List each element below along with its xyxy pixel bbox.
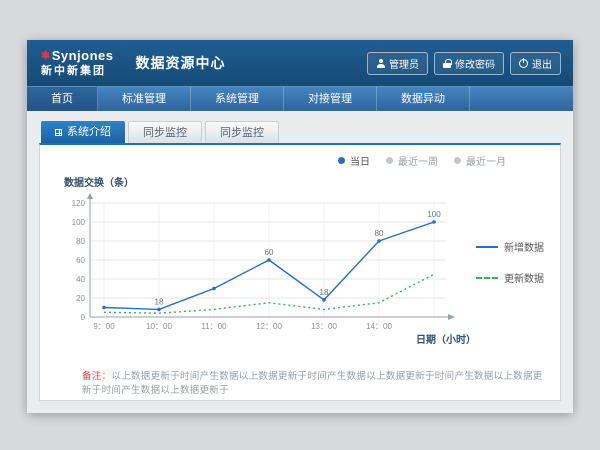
legend-new-data-label: 新增数据 xyxy=(504,239,544,254)
tab-sync-monitor-1[interactable]: 同步监控 xyxy=(128,121,202,143)
chart-panel: 当日 最近一周 最近一月 数据交换（条） 0 20 40 60 80 100 120 9：00… xyxy=(39,143,561,401)
brand-company-name: 新中新集团 xyxy=(41,65,114,77)
series-legend: 新增数据 更新数据 xyxy=(476,239,544,285)
time-filter-legend: 当日 最近一周 最近一月 xyxy=(54,153,546,168)
brand-logo-text: ✱Synjones xyxy=(41,49,114,63)
logout-label: 退出 xyxy=(532,56,552,71)
x-axis-title: 日期（小时） xyxy=(54,331,546,346)
legend-updated-data-label: 更新数据 xyxy=(504,270,544,285)
footnote-label: 备注： xyxy=(82,371,111,382)
svg-text:12：00: 12：00 xyxy=(256,322,282,331)
tab-sync-monitor-2-label: 同步监控 xyxy=(220,122,264,144)
change-password-button[interactable]: 修改密码 xyxy=(434,52,504,75)
filter-last-month[interactable]: 最近一月 xyxy=(454,153,506,168)
svg-text:9：00: 9：00 xyxy=(93,322,115,331)
page-title: 数据资源中心 xyxy=(136,53,226,73)
tab-system-intro-label: 系统介绍 xyxy=(67,121,111,143)
svg-text:80: 80 xyxy=(76,237,85,246)
power-icon xyxy=(519,59,528,68)
tab-system-intro[interactable]: 系统介绍 xyxy=(41,121,125,143)
nav-item-system-mgmt[interactable]: 系统管理 xyxy=(191,87,284,111)
svg-text:18: 18 xyxy=(320,288,329,297)
tab-bar: 系统介绍 同步监控 同步监控 xyxy=(39,121,561,143)
nav-item-interface-mgmt[interactable]: 对接管理 xyxy=(284,87,377,111)
svg-text:18: 18 xyxy=(155,297,164,306)
filter-today-label: 当日 xyxy=(350,153,370,168)
svg-text:10：00: 10：00 xyxy=(146,322,172,331)
svg-text:40: 40 xyxy=(76,275,85,284)
dot-icon xyxy=(386,157,393,164)
dashed-line-icon xyxy=(476,277,498,279)
logo-star-icon: ✱ xyxy=(41,50,51,62)
filter-last-month-label: 最近一月 xyxy=(466,153,506,168)
svg-text:100: 100 xyxy=(72,218,86,227)
y-axis-title: 数据交换（条） xyxy=(64,174,546,189)
svg-text:120: 120 xyxy=(72,199,86,208)
main-nav: 首页 标准管理 系统管理 对接管理 数据异动 xyxy=(27,86,573,111)
filter-last-week-label: 最近一周 xyxy=(398,153,438,168)
brand-logo: ✱Synjones 新中新集团 xyxy=(27,49,128,77)
svg-text:14：00: 14：00 xyxy=(366,322,392,331)
dot-icon xyxy=(454,157,461,164)
filter-today[interactable]: 当日 xyxy=(338,153,370,168)
admin-user-button[interactable]: 管理员 xyxy=(367,52,428,75)
svg-text:13：00: 13：00 xyxy=(311,322,337,331)
chart-row: 0 20 40 60 80 100 120 9：00 10：00 11：00 12：00 13：00 1… xyxy=(54,191,546,333)
lock-icon xyxy=(443,59,451,68)
grid-icon xyxy=(55,129,62,136)
nav-item-standard-mgmt[interactable]: 标准管理 xyxy=(98,87,191,111)
legend-updated-data[interactable]: 更新数据 xyxy=(476,270,544,285)
svg-text:60: 60 xyxy=(76,256,85,265)
nav-item-data-change[interactable]: 数据异动 xyxy=(377,87,470,111)
app-window: ✱Synjones 新中新集团 数据资源中心 管理员 修改密码 退出 首页 标准… xyxy=(27,40,573,413)
svg-text:60: 60 xyxy=(265,248,274,257)
nav-item-home[interactable]: 首页 xyxy=(27,87,98,111)
svg-text:80: 80 xyxy=(375,229,384,238)
admin-user-label: 管理员 xyxy=(389,56,419,71)
filter-last-week[interactable]: 最近一周 xyxy=(386,153,438,168)
app-header: ✱Synjones 新中新集团 数据资源中心 管理员 修改密码 退出 xyxy=(27,40,573,86)
svg-text:0: 0 xyxy=(81,313,86,322)
solid-line-icon xyxy=(476,246,498,248)
svg-text:20: 20 xyxy=(76,294,85,303)
legend-new-data[interactable]: 新增数据 xyxy=(476,239,544,254)
change-password-label: 修改密码 xyxy=(455,56,495,71)
logout-button[interactable]: 退出 xyxy=(510,52,561,75)
svg-text:11：00: 11：00 xyxy=(201,322,227,331)
footnote-text: 以上数据更新于时间产生数据以上数据更新于时间产生数据以上数据更新于时间产生数据以… xyxy=(82,371,543,396)
content-area: 系统介绍 同步监控 同步监控 当日 最近一周 xyxy=(27,111,573,413)
line-chart: 0 20 40 60 80 100 120 9：00 10：00 11：00 12：00 13：00 1… xyxy=(54,191,472,333)
footnote: 备注：以上数据更新于时间产生数据以上数据更新于时间产生数据以上数据更新于时间产生… xyxy=(54,368,546,396)
header-actions: 管理员 修改密码 退出 xyxy=(367,52,561,75)
dot-icon xyxy=(338,157,345,164)
tab-sync-monitor-1-label: 同步监控 xyxy=(143,122,187,144)
tab-sync-monitor-2[interactable]: 同步监控 xyxy=(205,121,279,143)
svg-text:100: 100 xyxy=(427,210,441,219)
person-icon xyxy=(376,59,385,68)
